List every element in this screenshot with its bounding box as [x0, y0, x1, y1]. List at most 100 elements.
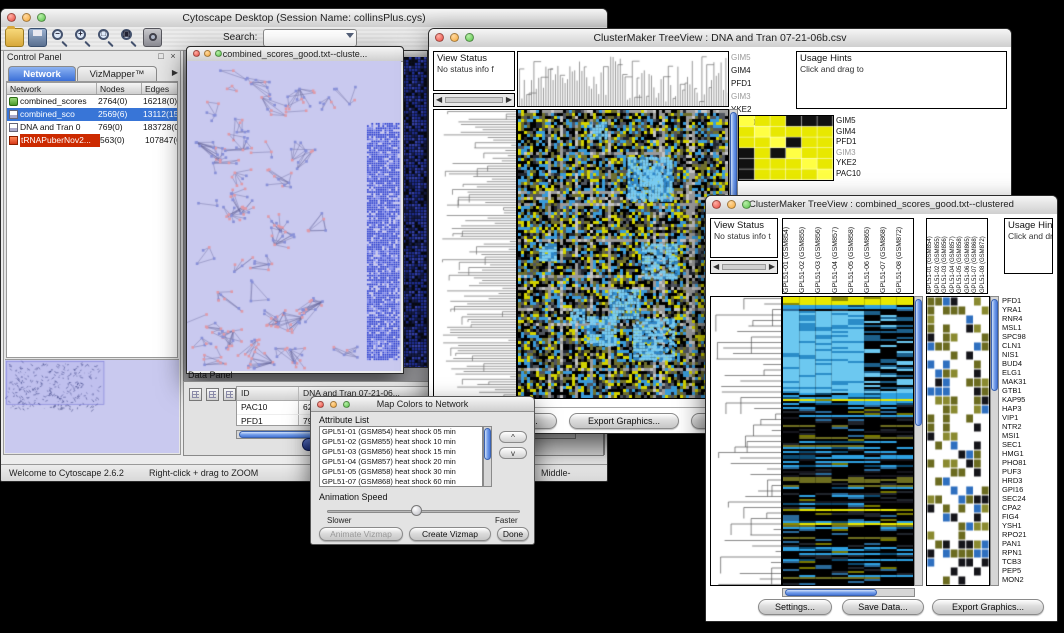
network-row[interactable]: tRNAPuberNov2...563(0)107847(0) [7, 134, 177, 147]
search-combobox[interactable] [263, 29, 357, 47]
selection-heatmap-canvas[interactable] [926, 296, 990, 586]
usage-hints-text: Click and drag to [800, 64, 1003, 74]
close-button[interactable] [193, 50, 200, 57]
scrollbar-thumb[interactable] [785, 589, 877, 596]
attribute-list-item[interactable]: GPL51-01 (GSM854) heat shock 05 min [320, 427, 482, 437]
animate-vizmap-button[interactable]: Animate Vizmap [319, 527, 403, 541]
save-data-button[interactable]: Save Data... [842, 599, 924, 615]
treeview2-titlebar[interactable]: ClusterMaker TreeView : combined_scores_… [706, 196, 1057, 215]
minimize-button[interactable] [727, 200, 736, 209]
view-status-text: No status info f [437, 64, 511, 74]
attribute-list-item[interactable]: GPL51-03 (GSM856) heat shock 15 min [320, 447, 482, 457]
heatmap-canvas[interactable] [782, 296, 914, 586]
similarity-matrix-canvas[interactable] [738, 115, 834, 181]
attribute-list-item[interactable]: GPL51-07 (GSM868) heat shock 60 min [320, 477, 482, 487]
zoom-in-icon[interactable]: + [74, 28, 93, 47]
tab-vizmapper[interactable]: VizMapper™ [77, 66, 157, 81]
attribute-table-icon[interactable] [206, 388, 219, 401]
horizontal-scrollbar[interactable] [782, 588, 915, 597]
scrollbar-thumb[interactable] [484, 428, 491, 460]
export-graphics-button[interactable]: Export Graphics... [932, 599, 1044, 615]
float-panel-icon[interactable]: □ [156, 51, 166, 61]
export-graphics-button[interactable]: Export Graphics... [569, 413, 679, 429]
zoom-button[interactable] [215, 50, 222, 57]
zoom-out-icon[interactable]: − [51, 28, 70, 47]
zoom-selected-icon[interactable]: ▣ [120, 28, 139, 47]
zoom-button[interactable] [742, 200, 751, 209]
nav-track[interactable] [445, 97, 503, 103]
birds-eye-view[interactable] [5, 359, 179, 453]
nav-track[interactable] [722, 264, 766, 270]
speed-slider-track[interactable] [327, 510, 520, 513]
tab-network[interactable]: Network [8, 66, 76, 81]
gene-label: SEC24 [1002, 494, 1054, 503]
row-dendrogram-canvas[interactable] [433, 109, 517, 399]
close-button[interactable] [317, 401, 324, 408]
move-down-button[interactable]: v [499, 447, 527, 459]
search-label: Search: [223, 32, 257, 43]
nav-right-icon[interactable]: ▶ [506, 94, 512, 106]
close-panel-icon[interactable]: × [168, 51, 178, 61]
zoom-button[interactable] [37, 13, 46, 22]
network-row[interactable]: DNA and Tran 0769(0)183728(0) [7, 121, 177, 134]
control-panel-tabs: Network VizMapper™ ▶ [6, 65, 178, 82]
tab-overflow-icon[interactable]: ▶ [172, 68, 178, 77]
attribute-matrix-icon[interactable] [223, 388, 236, 401]
row-dendrogram-canvas[interactable] [710, 296, 782, 586]
create-vizmap-button[interactable]: Create Vizmap [409, 527, 491, 541]
scrollbar-thumb[interactable] [915, 299, 922, 426]
minimize-button[interactable] [22, 13, 31, 22]
gene-label: MSL1 [1002, 323, 1054, 332]
network-view-window: combined_scores_good.txt--cluste... [186, 46, 404, 374]
scrollbar-thumb[interactable] [991, 299, 998, 391]
usage-hints-panel: Usage Hints Click and drag [1004, 218, 1053, 274]
list-scrollbar[interactable] [483, 426, 492, 487]
nav-left-icon[interactable]: ◀ [436, 94, 442, 106]
data-panel-icons [189, 388, 236, 401]
move-up-button[interactable]: ^ [499, 431, 527, 443]
zoom-button[interactable] [343, 401, 350, 408]
close-button[interactable] [435, 33, 444, 42]
nav-right-icon[interactable]: ▶ [769, 261, 775, 273]
minimize-button[interactable] [204, 50, 211, 57]
nav-left-icon[interactable]: ◀ [713, 261, 719, 273]
column-id[interactable]: ID [237, 387, 299, 400]
open-network-icon[interactable] [5, 28, 24, 47]
view-status-title: View Status [437, 53, 511, 64]
minimize-button[interactable] [330, 401, 337, 408]
main-titlebar[interactable]: Cytoscape Desktop (Session Name: collins… [1, 9, 607, 28]
column-dendrogram-canvas[interactable] [517, 51, 729, 107]
close-button[interactable] [712, 200, 721, 209]
network-view-canvas[interactable] [187, 61, 401, 371]
attribute-list-item[interactable]: GPL51-05 (GSM858) heat shock 30 min [320, 467, 482, 477]
gene-label: YSH1 [1002, 521, 1054, 530]
minimize-button[interactable] [450, 33, 459, 42]
heatmap-canvas[interactable] [517, 109, 729, 399]
attribute-listbox[interactable]: GPL51-01 (GSM854) heat shock 05 minGPL51… [319, 426, 483, 487]
treeview1-titlebar[interactable]: ClusterMaker TreeView : DNA and Tran 07-… [429, 29, 1011, 48]
vertical-scrollbar[interactable] [914, 296, 923, 586]
dialog-titlebar[interactable]: Map Colors to Network [311, 397, 534, 412]
network-row[interactable]: combined_sco2569(6)13112(15) [7, 108, 177, 121]
column-network[interactable]: Network [7, 83, 97, 94]
array-label: GPL51-05 (GSM858) [957, 219, 965, 293]
network-row[interactable]: combined_scores2764(0)16218(0) [7, 95, 177, 108]
background-network-window[interactable] [402, 50, 428, 368]
column-edges[interactable]: Edges [142, 83, 177, 94]
network-window-titlebar[interactable]: combined_scores_good.txt--cluste... [187, 47, 403, 62]
column-nodes[interactable]: Nodes [97, 83, 142, 94]
zoom-button[interactable] [465, 33, 474, 42]
done-button[interactable]: Done [497, 527, 529, 541]
snapshot-icon[interactable] [143, 28, 162, 47]
attribute-list-item[interactable]: GPL51-04 (GSM857) heat shock 20 min [320, 457, 482, 467]
settings-button[interactable]: Settings... [758, 599, 832, 615]
attribute-list-item[interactable]: GPL51-02 (GSM855) heat shock 10 min [320, 437, 482, 447]
speed-slider-thumb[interactable] [411, 505, 422, 516]
zoom-fit-icon[interactable]: □ [97, 28, 116, 47]
close-button[interactable] [7, 13, 16, 22]
vertical-scrollbar-2[interactable] [990, 296, 999, 586]
status-welcome: Welcome to Cytoscape 2.6.2 [9, 468, 124, 478]
background-network-canvas[interactable] [403, 57, 427, 367]
save-session-icon[interactable] [28, 28, 47, 47]
attribute-select-icon[interactable] [189, 388, 202, 401]
